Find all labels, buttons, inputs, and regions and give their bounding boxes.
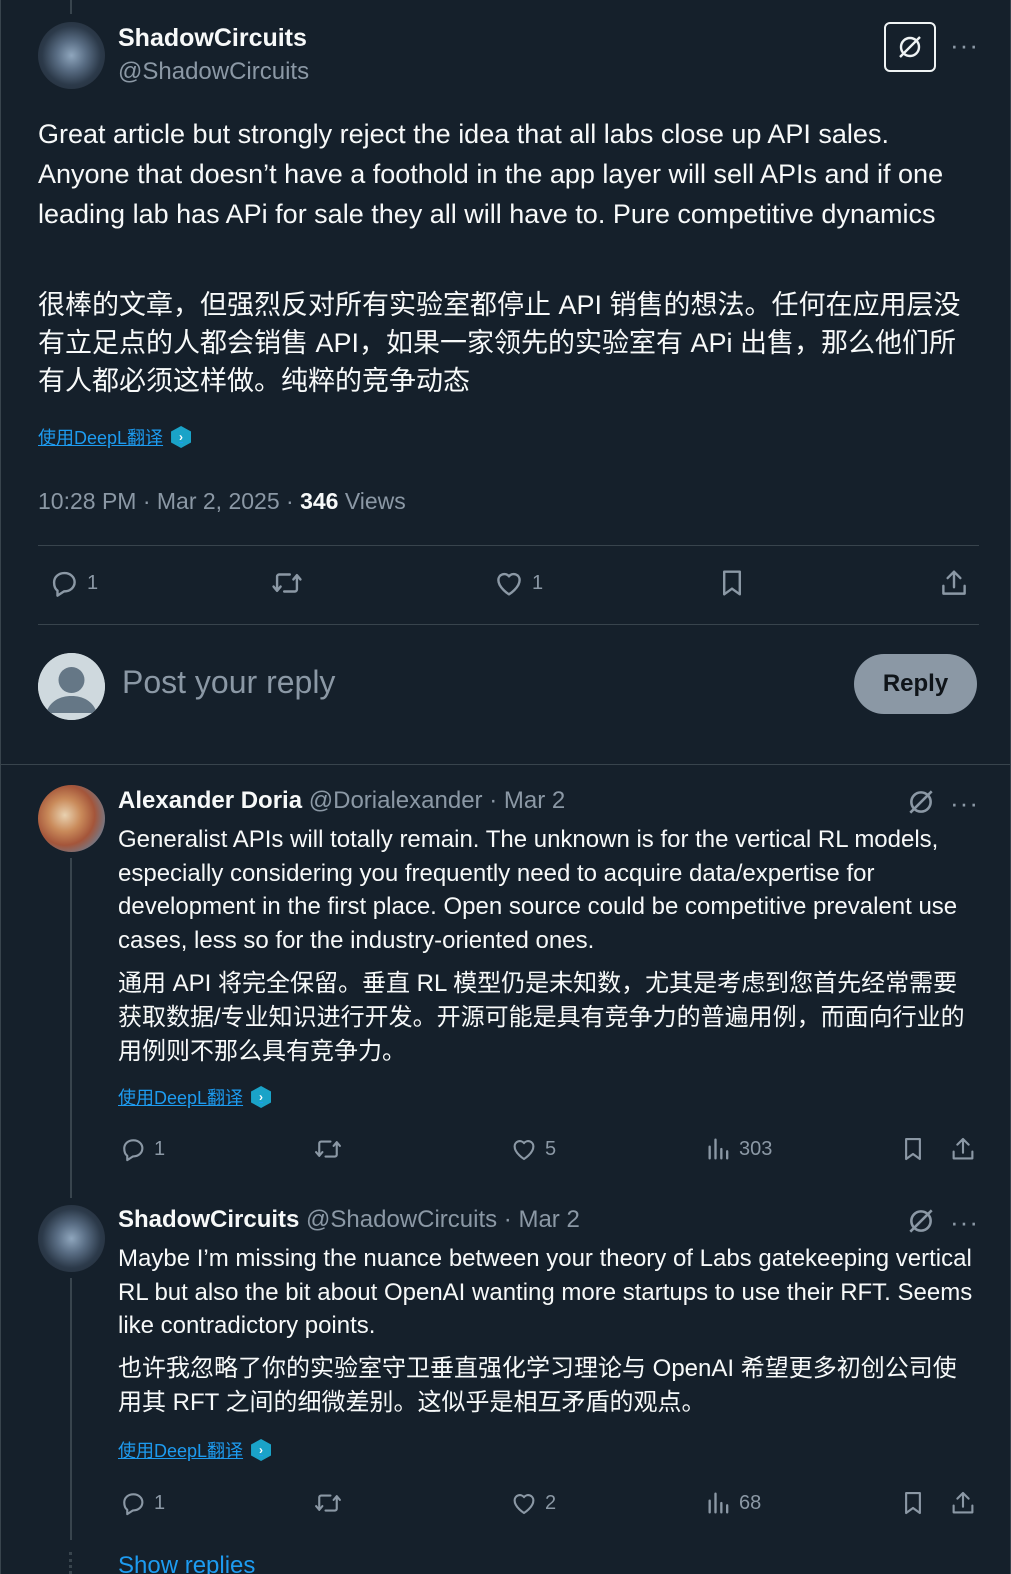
- reply-icon: [123, 1139, 144, 1162]
- view-count: 346: [300, 488, 339, 514]
- divider: [38, 624, 979, 625]
- views-button[interactable]: 68: [705, 1488, 761, 1518]
- share-button[interactable]: [948, 1488, 978, 1518]
- avatar[interactable]: [38, 653, 105, 720]
- share-icon: [952, 1137, 974, 1160]
- repost-button[interactable]: [312, 1134, 344, 1164]
- repost-button[interactable]: [269, 566, 305, 600]
- default-avatar-icon: [38, 653, 105, 720]
- translate-link[interactable]: 使用DeepL翻译 ›: [118, 1084, 272, 1110]
- more-icon[interactable]: ···: [950, 32, 979, 58]
- reply-text-translation: 也许我忽略了你的实验室守卫垂直强化学习理论与 OpenAI 希望更多初创公司使用…: [118, 1355, 957, 1416]
- reply-icon: [123, 1493, 144, 1516]
- thread-line: [70, 1278, 72, 1540]
- post-text: Great article but strongly reject the id…: [38, 119, 944, 229]
- grok-icon[interactable]: [906, 1206, 936, 1236]
- reply-input[interactable]: Post your reply: [122, 664, 335, 701]
- thread-dots: [69, 1552, 73, 1574]
- thread-line-top: [70, 0, 72, 14]
- avatar[interactable]: [38, 22, 105, 89]
- share-icon: [942, 570, 966, 595]
- avatar[interactable]: [38, 1205, 105, 1272]
- thread-line: [70, 858, 72, 1198]
- like-button[interactable]: 2: [509, 1488, 556, 1518]
- views-icon: [708, 1138, 729, 1160]
- translate-link-label: 使用DeepL翻译: [38, 428, 164, 448]
- repost-icon: [315, 1140, 341, 1158]
- translate-link[interactable]: 使用DeepL翻译 ›: [118, 1437, 272, 1463]
- reply-button[interactable]: 1: [47, 566, 98, 600]
- post-timestamp[interactable]: 10:28 PM · Mar 2, 2025 ·: [38, 488, 300, 514]
- post-meta: 10:28 PM · Mar 2, 2025 · 346 Views: [38, 488, 406, 515]
- share-icon: [952, 1491, 974, 1514]
- grok-icon: [899, 36, 921, 58]
- heart-icon: [513, 1140, 535, 1161]
- like-button[interactable]: 5: [509, 1134, 556, 1164]
- author-name[interactable]: Alexander Doria: [118, 787, 302, 814]
- conversation-thread: ShadowCircuits @ShadowCircuits ··· Great…: [0, 0, 1011, 1574]
- divider: [38, 545, 979, 546]
- reply-icon: [52, 571, 76, 597]
- section-divider: [1, 764, 1011, 765]
- reply-header: Alexander Doria @Dorialexander · Mar 2: [118, 787, 565, 815]
- more-icon[interactable]: ···: [950, 790, 979, 816]
- bookmark-button[interactable]: [898, 1134, 928, 1164]
- post-date[interactable]: · Mar 2: [497, 1206, 580, 1233]
- like-button[interactable]: 1: [492, 566, 543, 600]
- more-icon[interactable]: ···: [950, 1209, 979, 1235]
- like-count: 1: [532, 571, 544, 594]
- translate-link-label: 使用DeepL翻译: [118, 1088, 244, 1108]
- bookmark-icon: [723, 570, 741, 596]
- reply-count: 1: [154, 1491, 166, 1514]
- bookmark-icon: [905, 1491, 921, 1515]
- reply-button[interactable]: 1: [118, 1134, 165, 1164]
- deepl-icon: ›: [251, 1439, 272, 1461]
- heart-icon: [513, 1494, 535, 1515]
- reply-text: Maybe I’m missing the nuance between you…: [118, 1245, 973, 1339]
- post-text-translation: 很棒的文章，但强烈反对所有实验室都停止 API 销售的想法。任何在应用层没有立足…: [38, 290, 961, 396]
- like-count: 2: [545, 1491, 557, 1514]
- deepl-icon: ›: [171, 426, 192, 448]
- author-name[interactable]: ShadowCircuits: [118, 24, 307, 53]
- bookmark-button[interactable]: [898, 1488, 928, 1518]
- author-handle[interactable]: @ShadowCircuits: [118, 58, 309, 86]
- author-handle[interactable]: @ShadowCircuits: [306, 1206, 497, 1233]
- share-button[interactable]: [937, 566, 971, 600]
- post-date[interactable]: · Mar 2: [483, 787, 565, 814]
- author-name[interactable]: ShadowCircuits: [118, 1206, 299, 1233]
- author-handle[interactable]: @Dorialexander: [309, 787, 483, 814]
- reply-count: 1: [87, 571, 99, 594]
- like-count: 5: [545, 1137, 557, 1160]
- grok-button[interactable]: [884, 22, 936, 72]
- grok-icon[interactable]: [906, 787, 936, 817]
- view-count: 68: [739, 1491, 762, 1514]
- reply-header: ShadowCircuits @ShadowCircuits · Mar 2: [118, 1206, 580, 1234]
- views-button[interactable]: 303: [705, 1134, 772, 1164]
- bookmark-icon: [905, 1137, 921, 1161]
- show-replies-link[interactable]: Show replies: [118, 1552, 255, 1574]
- deepl-icon: ›: [251, 1086, 272, 1108]
- reply-count: 1: [154, 1137, 166, 1160]
- reply-button[interactable]: 1: [118, 1488, 165, 1518]
- translate-link-label: 使用DeepL翻译: [118, 1441, 244, 1461]
- reply-text-translation: 通用 API 将完全保留。垂直 RL 模型仍是未知数，尤其是考虑到您首先经常需要…: [118, 970, 965, 1065]
- bookmark-button[interactable]: [715, 566, 749, 600]
- translate-link[interactable]: 使用DeepL翻译 ›: [38, 424, 192, 450]
- views-label: Views: [338, 488, 406, 514]
- views-icon: [708, 1492, 729, 1514]
- reply-text: Generalist APIs will totally remain. The…: [118, 826, 958, 954]
- heart-icon: [497, 572, 521, 596]
- view-count: 303: [739, 1137, 773, 1160]
- reply-submit-button[interactable]: Reply: [854, 654, 977, 714]
- avatar[interactable]: [38, 785, 105, 852]
- repost-icon: [272, 573, 302, 593]
- repost-icon: [315, 1494, 341, 1512]
- repost-button[interactable]: [312, 1488, 344, 1518]
- share-button[interactable]: [948, 1134, 978, 1164]
